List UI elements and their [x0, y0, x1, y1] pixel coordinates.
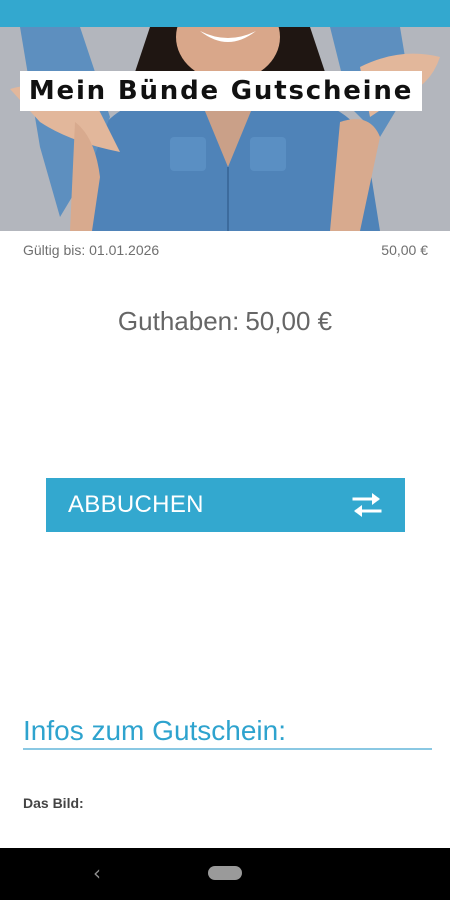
status-bar — [0, 0, 450, 27]
hero-title: Mein Bünde Gutscheine — [20, 71, 422, 111]
home-pill-icon[interactable] — [208, 866, 242, 880]
back-chevron-icon[interactable]: ‹ — [88, 862, 106, 884]
section-title-infos: Infos zum Gutschein: — [23, 714, 432, 750]
balance-display: Guthaben: 50,00 € — [0, 306, 450, 337]
abbuchen-button-label: ABBUCHEN — [68, 491, 204, 518]
voucher-amount: 50,00 € — [381, 242, 428, 258]
abbuchen-button[interactable]: ABBUCHEN — [46, 478, 405, 532]
navigation-bar: ‹ — [0, 848, 450, 900]
voucher-info-row: Gültig bis: 01.01.2026 50,00 € — [23, 240, 428, 260]
hero-photo — [0, 27, 450, 231]
balance-value: 50,00 € — [245, 306, 333, 336]
hero-banner: Mein Bünde Gutscheine — [0, 27, 450, 231]
image-field-label: Das Bild: — [23, 795, 84, 811]
swap-arrows-icon — [352, 493, 382, 517]
balance-label: Guthaben: — [117, 306, 240, 336]
valid-until-text: Gültig bis: 01.01.2026 — [23, 242, 160, 258]
